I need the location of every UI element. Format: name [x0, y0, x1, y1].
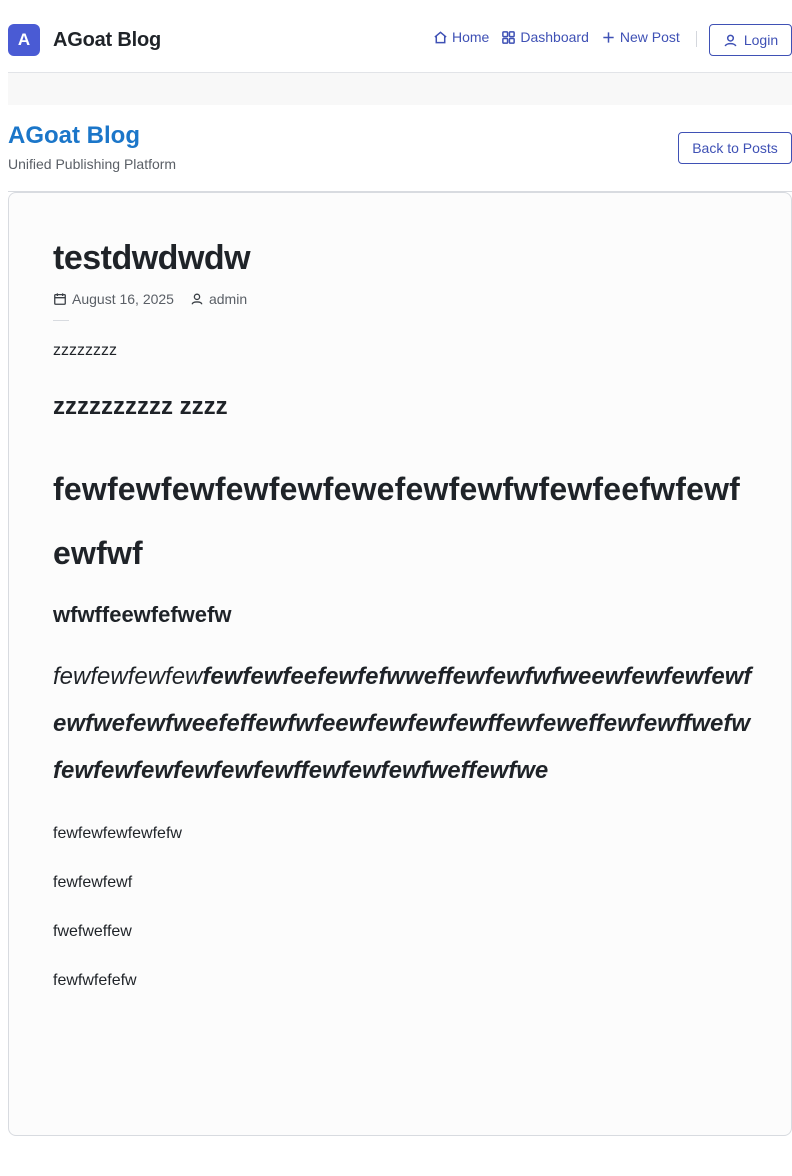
content-heading-italic: fewfewfewfewfewfewfeefewfefwweffewfewfwf…	[53, 653, 753, 794]
nav-new-post-label: New Post	[619, 29, 680, 45]
post-date-text: August 16, 2025	[72, 291, 174, 307]
site-title[interactable]: AGoat Blog	[8, 122, 140, 150]
post-title: testdwdwdw	[53, 239, 251, 277]
grid-icon	[502, 30, 516, 44]
nav-links: Home Dashboard New Post	[433, 29, 680, 45]
nav-dashboard-label: Dashboard	[520, 29, 589, 45]
content-paragraph: fewfewfewfewfefw	[53, 825, 182, 842]
plus-icon	[603, 31, 614, 43]
content-heading-2: zzzzzzzzzz zzzz	[53, 393, 228, 420]
logo-badge[interactable]: A	[8, 24, 40, 56]
user-icon	[724, 34, 737, 46]
site-subtitle: Unified Publishing Platform	[8, 156, 177, 172]
home-icon	[434, 30, 447, 43]
nav-divider	[696, 31, 697, 47]
top-navbar: A AGoat Blog Home Dashboard New Post Log…	[8, 0, 792, 73]
spacer-band	[8, 73, 792, 105]
nav-home-link[interactable]: Home	[433, 29, 489, 45]
meta-divider	[53, 320, 69, 321]
content-paragraph: fewfewfewf	[53, 874, 133, 891]
login-button[interactable]: Login	[709, 24, 792, 56]
post-date: August 16, 2025	[53, 291, 174, 307]
content-paragraph: fewfwfefefw	[53, 972, 137, 989]
content-paragraph: zzzzzzzz	[53, 342, 117, 359]
login-label: Login	[743, 32, 779, 48]
post-meta: August 16, 2025 admin	[53, 291, 247, 307]
content-heading-1: fewfewfewfewfewfewefewfewfwfewfeefwfewfe…	[53, 471, 741, 571]
content-paragraph: fwefweffew	[53, 923, 132, 940]
post-card: testdwdwdw August 16, 2025 admin zzzzzzz…	[8, 192, 792, 1136]
nav-new-post-link[interactable]: New Post	[601, 29, 680, 45]
nav-dashboard-link[interactable]: Dashboard	[501, 29, 589, 45]
post-author-text: admin	[208, 291, 248, 307]
user-icon	[191, 293, 203, 305]
nav-home-label: Home	[452, 29, 490, 45]
brand-name[interactable]: AGoat Blog	[53, 29, 161, 52]
back-to-posts-button[interactable]: Back to Posts	[678, 132, 792, 164]
calendar-icon	[54, 293, 66, 305]
post-content: zzzzzzzz zzzzzzzzzz zzzz fewfewfewfewfew…	[53, 339, 753, 993]
content-heading-3: wfwffeewfefwefw	[53, 602, 232, 627]
post-author: admin	[190, 291, 247, 307]
italic-light-run: fewfewfewfew	[53, 663, 203, 690]
